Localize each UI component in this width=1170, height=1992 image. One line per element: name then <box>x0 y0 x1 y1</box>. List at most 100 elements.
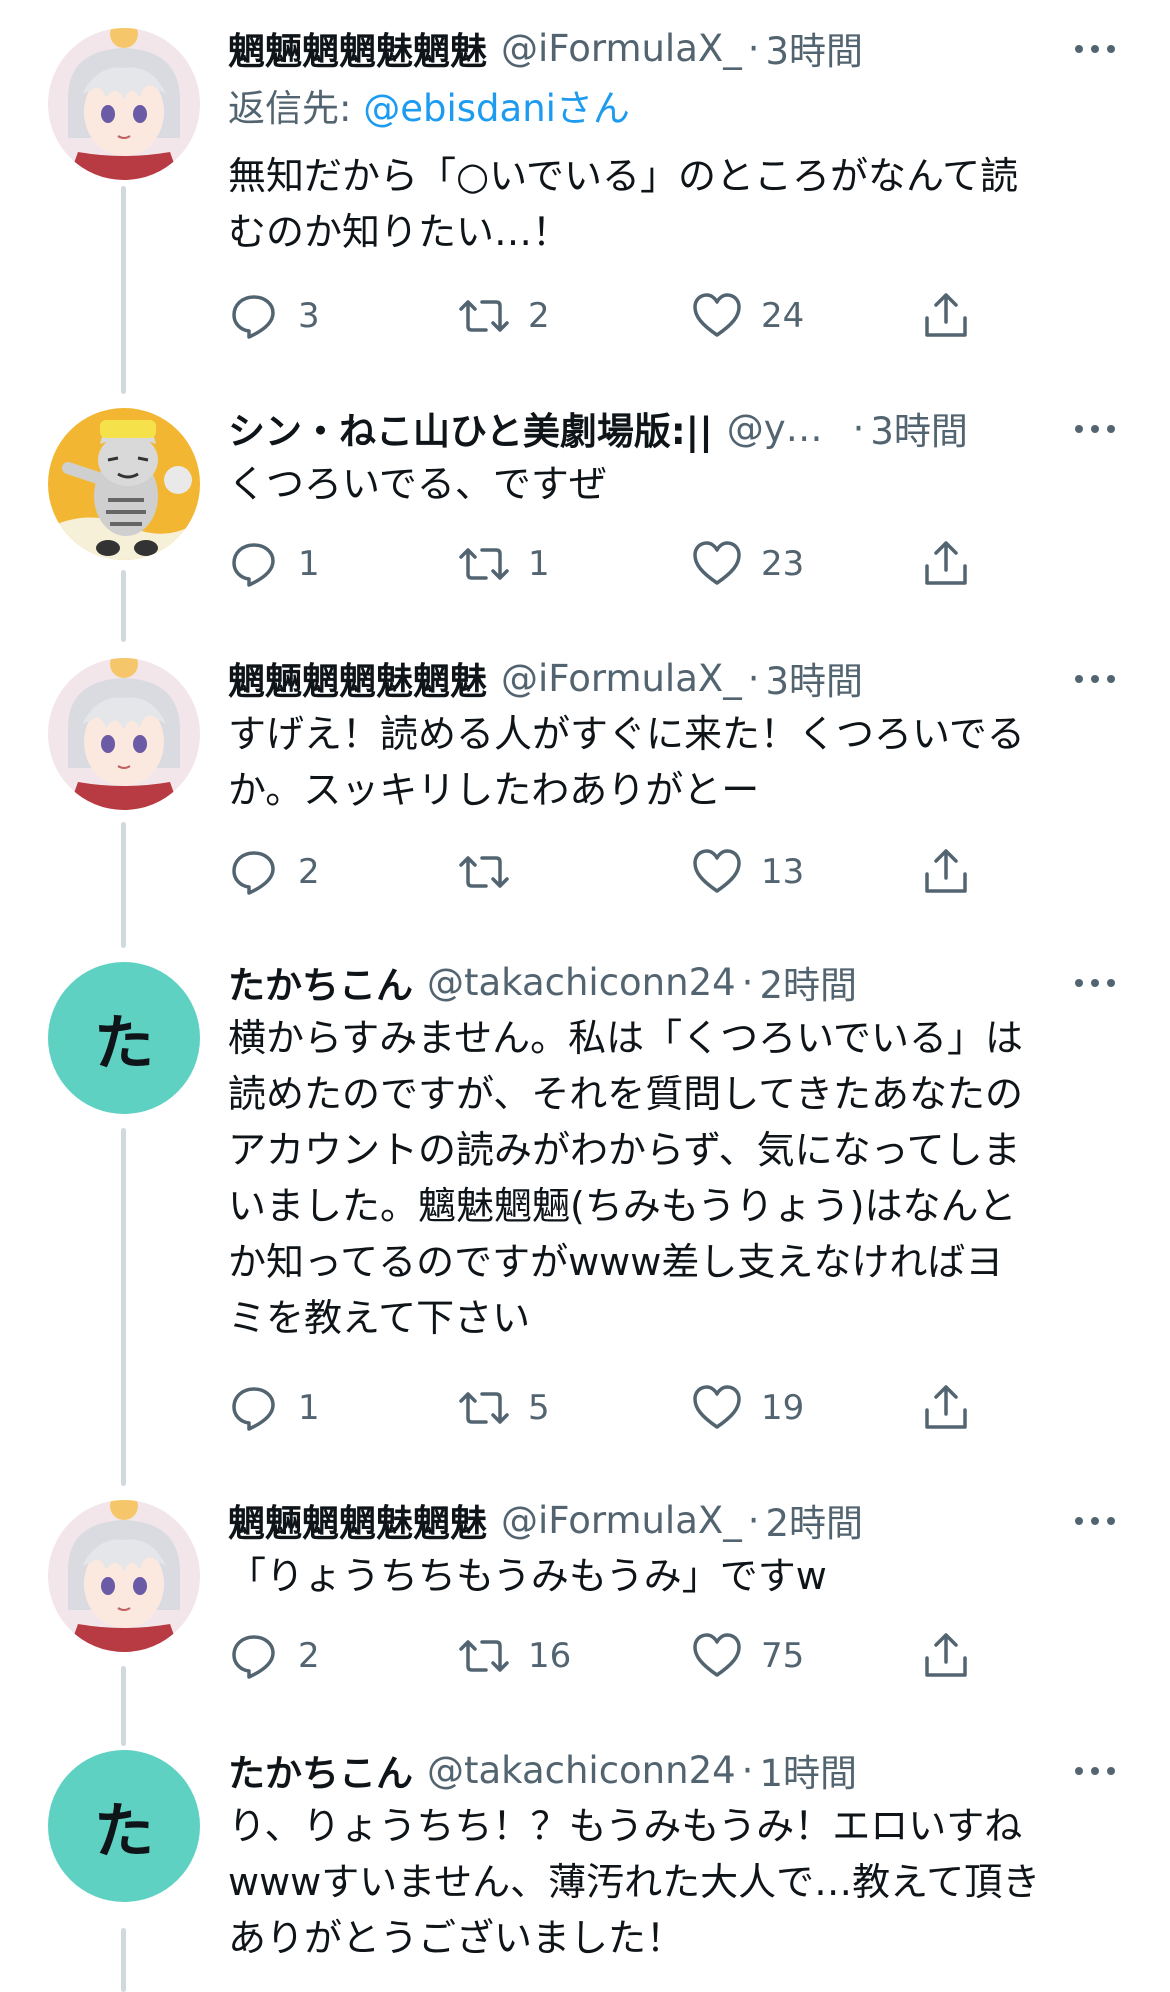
like-button[interactable]: 13 <box>691 842 804 902</box>
display-name[interactable]: 魍魎魍魍魅魍魅 <box>228 651 487 705</box>
retweet-count: 2 <box>528 296 550 336</box>
more-icon[interactable] <box>1070 1496 1120 1546</box>
reply-count: 3 <box>298 296 320 336</box>
tweet[interactable]: 魍魎魍魍魅魍魅 @iFormulaX_ · 3時間 すげえ！読める人がすぐに来た… <box>0 648 1170 908</box>
user-handle[interactable]: @iFormulaX_ <box>501 1499 742 1542</box>
more-icon[interactable] <box>1070 1746 1120 1796</box>
tweet-text-line: か知ってるのですがwww差し支えなければヨ <box>228 1240 1004 1284</box>
mention-link[interactable]: @ebisdaniさん <box>363 87 630 130</box>
tweet-text: り、りょうちち！？もうみもうみ！エロいすね wwwすいません、薄汚れた大人で…教… <box>228 1798 1118 1966</box>
retweet-count: 5 <box>528 1388 550 1428</box>
avatar[interactable] <box>48 658 200 810</box>
retweet-button[interactable]: 1 <box>458 534 550 594</box>
avatar[interactable]: た <box>48 1750 200 1902</box>
like-icon <box>693 1385 741 1429</box>
retweet-button[interactable]: 2 <box>458 286 550 346</box>
tweet-header: 魍魎魍魍魅魍魅 @iFormulaX_ · 3時間 <box>228 648 1108 708</box>
tweet-header: たかちこん @takachiconn24 · 1時間 <box>228 1740 1108 1800</box>
timestamp[interactable]: 3時間 <box>766 21 864 75</box>
action-bar: 1 5 19 <box>228 1378 1128 1438</box>
reply-button[interactable]: 3 <box>228 286 320 346</box>
reply-button[interactable]: 2 <box>228 1626 320 1686</box>
avatar[interactable] <box>48 28 200 180</box>
like-button[interactable]: 19 <box>691 1378 804 1438</box>
timestamp[interactable]: 3時間 <box>870 401 968 455</box>
retweet-icon <box>459 300 509 332</box>
share-button[interactable] <box>920 1378 972 1438</box>
replying-to-label: 返信先: <box>228 87 364 130</box>
share-button[interactable] <box>920 1626 972 1686</box>
display-name[interactable]: 魍魎魍魍魅魍魅 <box>228 21 487 75</box>
like-button[interactable]: 23 <box>691 534 804 594</box>
share-button[interactable] <box>920 842 972 902</box>
share-icon <box>925 849 967 893</box>
display-name[interactable]: たかちこん <box>228 955 413 1009</box>
timestamp[interactable]: 1時間 <box>759 1743 857 1797</box>
reply-icon <box>232 851 275 895</box>
reply-icon <box>232 295 275 339</box>
avatar[interactable] <box>48 1500 200 1652</box>
timestamp[interactable]: 2時間 <box>766 1493 864 1547</box>
display-name[interactable]: シン・ねこ山ひと美劇場版:|| <box>228 401 713 455</box>
tweet-header: たかちこん @takachiconn24 · 2時間 <box>228 952 1108 1012</box>
tweet-header: 魍魎魍魍魅魍魅 @iFormulaX_ · 2時間 <box>228 1490 1108 1550</box>
like-button[interactable]: 24 <box>691 286 804 346</box>
display-name[interactable]: たかちこん <box>228 1743 413 1797</box>
tweet-text: 「りょうちちもうみもうみ」ですw <box>228 1548 1118 1604</box>
display-name[interactable]: 魍魎魍魍魅魍魅 <box>228 1493 487 1547</box>
user-handle[interactable]: @iFormulaX_ <box>501 657 742 700</box>
tweet[interactable]: シン・ねこ山ひと美劇場版:|| @y… · 3時間 くつろいでる、ですぜ 1 1… <box>0 398 1170 598</box>
tweet-text-line: 無知だから「○いでいる」のところがなんて読 <box>228 154 1019 198</box>
user-handle[interactable]: @takachiconn24 <box>427 961 736 1004</box>
retweet-button[interactable] <box>458 842 528 902</box>
share-button[interactable] <box>920 286 972 346</box>
user-handle[interactable]: @iFormulaX_ <box>501 27 742 70</box>
tweet-text-line: アカウントの読みがわからず、気になってしま <box>228 1128 1021 1172</box>
tweet[interactable]: 魍魎魍魍魅魍魅 @iFormulaX_ · 3時間 返信先: @ebisdani… <box>0 18 1170 348</box>
like-count: 23 <box>761 544 805 584</box>
share-icon <box>925 541 967 585</box>
more-icon[interactable] <box>1070 654 1120 704</box>
avatar[interactable]: た <box>48 962 200 1114</box>
avatar[interactable] <box>48 408 200 560</box>
user-handle[interactable]: @y… <box>727 407 823 450</box>
retweet-button[interactable]: 5 <box>458 1378 550 1438</box>
timestamp[interactable]: 3時間 <box>766 651 864 705</box>
tweet[interactable]: 魍魎魍魍魅魍魅 @iFormulaX_ · 2時間 「りょうちちもうみもうみ」で… <box>0 1490 1170 1690</box>
action-bar: 2 13 <box>228 842 1128 902</box>
like-count: 75 <box>761 1636 805 1676</box>
anime-girl-avatar-icon <box>48 658 200 810</box>
like-count: 24 <box>761 296 805 336</box>
tweet-text-line: すげえ！読める人がすぐに来た！くつろいでる <box>228 712 1025 756</box>
reply-icon <box>232 1387 275 1431</box>
tweet-text-line: り、りょうちち！？もうみもうみ！エロいすね <box>228 1804 1023 1848</box>
share-button[interactable] <box>920 534 972 594</box>
retweet-button[interactable]: 16 <box>458 1626 571 1686</box>
tweet-text: すげえ！読める人がすぐに来た！くつろいでる か。スッキリしたわありがとー <box>228 706 1118 818</box>
more-icon[interactable] <box>1070 24 1120 74</box>
reply-button[interactable]: 2 <box>228 842 320 902</box>
tweet-text-line: wwwすいません、薄汚れた大人で…教えて頂き <box>228 1860 1041 1904</box>
tweet[interactable]: た たかちこん @takachiconn24 · 2時間 横からすみません。私は… <box>0 952 1170 1452</box>
retweet-icon <box>459 1640 509 1672</box>
like-button[interactable]: 75 <box>691 1626 804 1686</box>
more-icon[interactable] <box>1070 404 1120 454</box>
reply-button[interactable]: 1 <box>228 1378 320 1438</box>
more-icon[interactable] <box>1070 958 1120 1008</box>
tweet-header: シン・ねこ山ひと美劇場版:|| @y… · 3時間 <box>228 398 1108 458</box>
action-bar: 1 1 23 <box>228 534 1128 594</box>
share-icon <box>925 1385 967 1429</box>
tweet-header: 魍魎魍魍魅魍魅 @iFormulaX_ · 3時間 <box>228 18 1108 78</box>
cat-illustration-avatar-icon <box>48 408 200 560</box>
tweet-text-line: いました。魑魅魍魎(ちみもうりょう)はなんと <box>228 1184 1017 1228</box>
reply-button[interactable]: 1 <box>228 534 320 594</box>
tweet-text: 横からすみません。私は「くつろいでいる」は 読めたのですが、それを質問してきたあ… <box>228 1010 1118 1346</box>
tweet[interactable]: た たかちこん @takachiconn24 · 1時間 り、りょうちち！？もう… <box>0 1740 1170 1992</box>
timestamp[interactable]: 2時間 <box>759 955 857 1009</box>
share-icon <box>925 293 967 337</box>
user-handle[interactable]: @takachiconn24 <box>427 1749 736 1792</box>
tweet-text-line: 「りょうちちもうみもうみ」ですw <box>228 1554 827 1598</box>
separator-dot: · <box>852 406 865 450</box>
tweet-text-line: 読めたのですが、それを質問してきたあなたの <box>228 1072 1023 1116</box>
tweet-text-line: か。スッキリしたわありがとー <box>228 768 760 812</box>
